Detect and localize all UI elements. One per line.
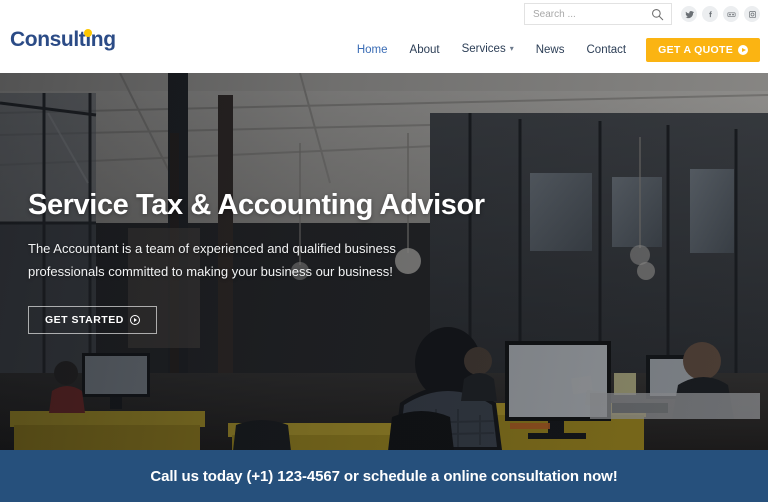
site-logo[interactable]: Consulting (10, 28, 116, 52)
circle-arrow-icon (738, 44, 748, 55)
hero-section: Service Tax & Accounting Advisor The Acc… (0, 73, 768, 450)
search-box[interactable] (524, 3, 672, 25)
search-icon[interactable] (651, 8, 664, 21)
flickr-icon[interactable] (723, 6, 739, 22)
nav-item-about[interactable]: About (399, 37, 451, 63)
circle-arrow-icon (129, 314, 140, 325)
logo-dot-icon (84, 29, 92, 37)
get-a-quote-button[interactable]: GET A QUOTE (646, 37, 760, 62)
nav-item-home[interactable]: Home (346, 37, 399, 63)
social-links (681, 6, 760, 22)
call-to-action-bar[interactable]: Call us today (+1) 123-4567 or schedule … (0, 450, 768, 502)
logo-text: Consulting (10, 28, 116, 51)
nav-item-news[interactable]: News (525, 37, 576, 63)
get-a-quote-label: GET A QUOTE (658, 43, 733, 56)
header-nav-row: Consulting Home About Services News Cont… (0, 28, 768, 70)
instagram-icon[interactable] (744, 6, 760, 22)
nav-item-contact[interactable]: Contact (576, 37, 638, 63)
hero-subtitle: The Accountant is a team of experienced … (28, 241, 396, 280)
search-input[interactable] (525, 4, 643, 24)
main-navigation: Home About Services News Contact GET A Q… (346, 36, 760, 63)
header-utility-row (524, 3, 760, 25)
hero-title: Service Tax & Accounting Advisor (28, 189, 485, 222)
get-started-label: GET STARTED (45, 313, 124, 326)
get-started-button[interactable]: GET STARTED (28, 305, 157, 334)
site-header: Consulting Home About Services News Cont… (0, 0, 768, 73)
twitter-icon[interactable] (681, 6, 697, 22)
call-to-action-text: Call us today (+1) 123-4567 or schedule … (150, 467, 618, 485)
hero-content: Service Tax & Accounting Advisor The Acc… (28, 73, 588, 450)
facebook-icon[interactable] (702, 6, 718, 22)
nav-item-services[interactable]: Services (451, 36, 525, 63)
